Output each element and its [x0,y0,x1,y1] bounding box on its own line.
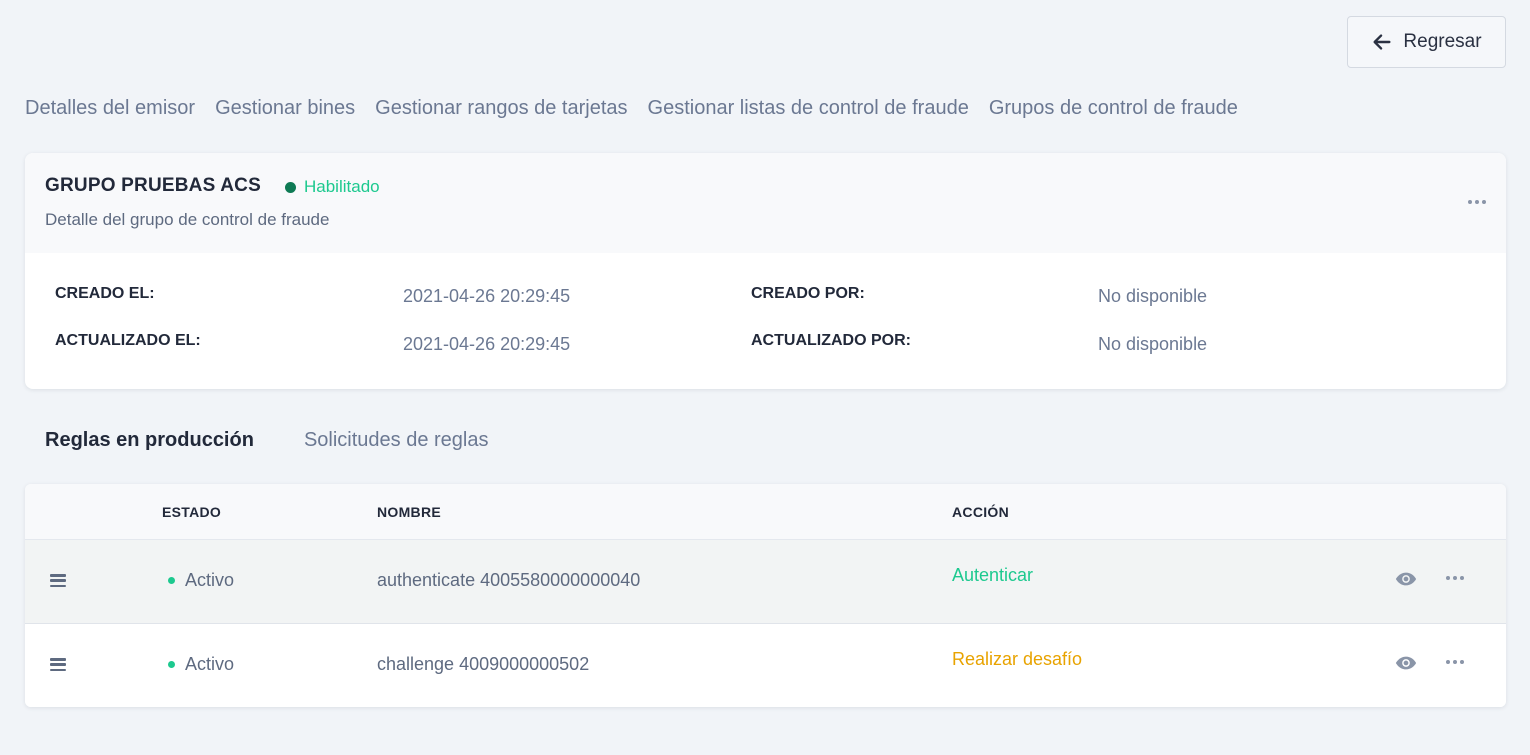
more-horizontal-icon[interactable] [1468,197,1486,207]
updated-by-label: ACTUALIZADO POR: [751,332,911,349]
nav-issuer-details[interactable]: Detalles del emisor [25,97,195,120]
table-row[interactable]: Activo challenge 4009000000502 Realizar … [25,624,1506,707]
active-dot-icon [168,661,175,668]
group-title: GRUPO PRUEBAS ACS [45,175,261,196]
created-by-value: No disponible [1098,286,1208,306]
drag-handle-icon[interactable] [50,658,66,671]
rules-table: ESTADO NOMBRE ACCIÓN Activo authenticate… [25,484,1506,707]
group-detail-card: GRUPO PRUEBAS ACS Habilitado Detalle del… [25,153,1506,389]
eye-icon[interactable] [1395,655,1417,671]
row-name: challenge 4009000000502 [377,654,590,674]
nav-manage-fraud-lists[interactable]: Gestionar listas de control de fraude [648,97,969,120]
table-row[interactable]: Activo authenticate 4005580000000040 Aut… [25,540,1506,624]
status-label: Habilitado [304,177,380,196]
tab-rule-requests[interactable]: Solicitudes de reglas [304,429,489,452]
nav-manage-bins[interactable]: Gestionar bines [215,97,355,120]
active-dot-icon [168,577,175,584]
tab-production-rules[interactable]: Reglas en producción [45,429,254,452]
group-card-header: GRUPO PRUEBAS ACS Habilitado Detalle del… [25,153,1506,253]
created-by-label: CREADO POR: [751,285,865,302]
back-button-label: Regresar [1403,31,1482,52]
row-action: Realizar desafío [952,649,1083,669]
arrow-left-icon [1373,34,1391,50]
more-horizontal-icon[interactable] [1446,575,1464,581]
column-action: ACCIÓN [952,504,1010,520]
column-name: NOMBRE [377,504,442,520]
row-status-label: Activo [185,654,235,674]
rules-tabs: Reglas en producción Solicitudes de regl… [45,429,489,452]
status-badge: Habilitado [285,177,380,197]
drag-handle-icon[interactable] [50,574,66,587]
table-header: ESTADO NOMBRE ACCIÓN [25,484,1506,540]
row-status: Activo [168,570,234,591]
group-subtitle: Detalle del grupo de control de fraude [45,210,330,229]
more-horizontal-icon[interactable] [1446,659,1464,665]
row-action: Autenticar [952,565,1034,585]
back-button[interactable]: Regresar [1347,16,1506,68]
eye-icon[interactable] [1395,571,1417,587]
updated-at-value: 2021-04-26 20:29:45 [403,334,571,354]
row-status-label: Activo [185,570,235,590]
nav-manage-card-ranges[interactable]: Gestionar rangos de tarjetas [375,97,627,120]
created-at-value: 2021-04-26 20:29:45 [403,286,571,306]
status-dot-icon [285,181,296,193]
column-status: ESTADO [162,504,222,520]
row-name: authenticate 4005580000000040 [377,570,641,590]
updated-by-value: No disponible [1098,334,1208,354]
section-nav: Detalles del emisor Gestionar bines Gest… [25,97,1238,120]
created-at-label: CREADO EL: [55,285,155,302]
row-status: Activo [168,654,234,675]
nav-fraud-groups[interactable]: Grupos de control de fraude [989,97,1238,120]
updated-at-label: ACTUALIZADO EL: [55,332,201,349]
